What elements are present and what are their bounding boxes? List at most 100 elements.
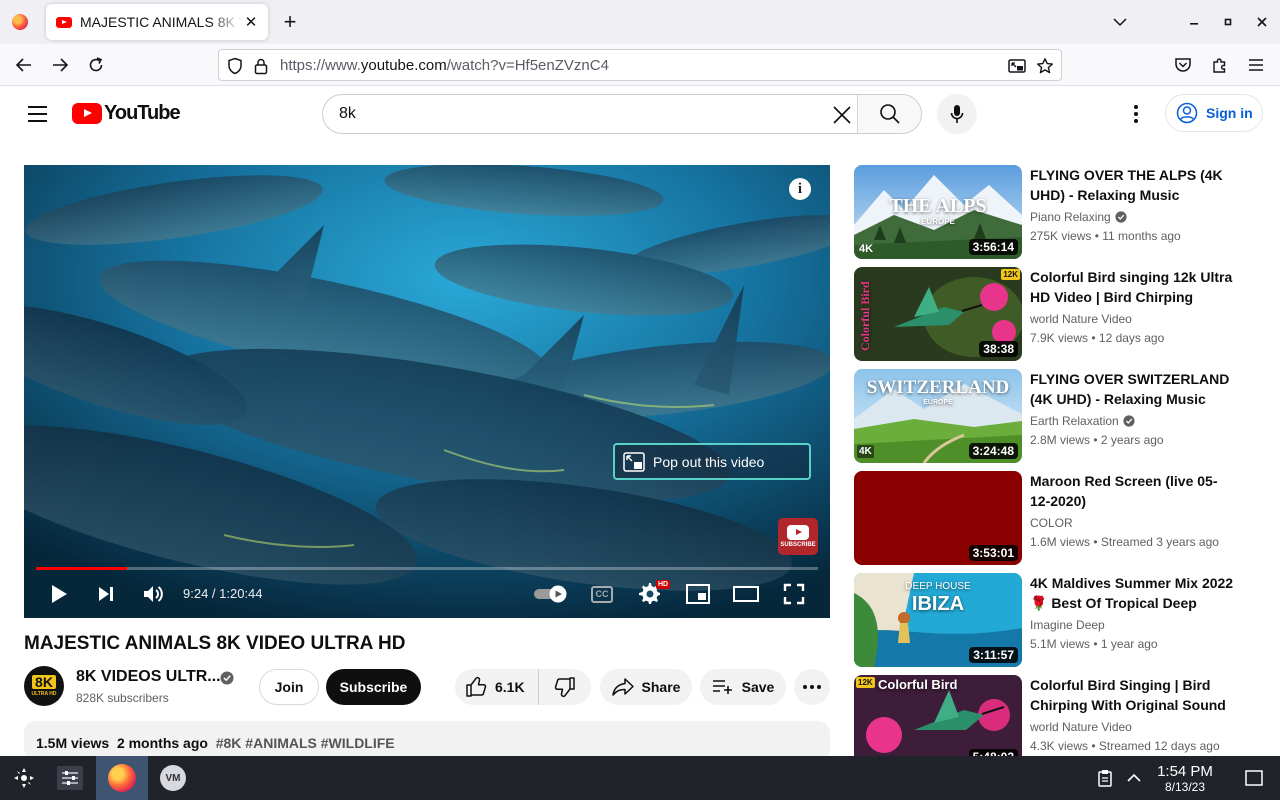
browser-tab-active[interactable]: MAJESTIC ANIMALS 8K VIDEO ULTRA HD ✕	[46, 4, 268, 40]
related-video-item[interactable]: 3:53:01 Maroon Red Screen (live 05-12-20…	[854, 471, 1264, 565]
dislike-button[interactable]	[539, 669, 591, 705]
voice-search-button[interactable]	[937, 94, 977, 134]
theater-mode-button[interactable]	[730, 579, 762, 609]
video-thumbnail[interactable]: DEEP HOUSE IBIZA 3:11:57	[854, 573, 1022, 667]
video-thumbnail[interactable]: Colorful Bird 12K 38:38	[854, 267, 1022, 361]
info-icon[interactable]: i	[789, 178, 811, 200]
video-player[interactable]: i Pop out this video SUBSCRIBE 9:24 / 1:…	[24, 165, 830, 618]
like-button[interactable]: 6.1K	[455, 669, 539, 705]
video-thumbnail[interactable]: 3:53:01	[854, 471, 1022, 565]
fullscreen-button[interactable]	[778, 579, 810, 609]
tracking-protection-shield-icon[interactable]	[225, 56, 245, 76]
join-button[interactable]: Join	[259, 669, 319, 705]
related-video-title[interactable]: FLYING OVER SWITZERLAND (4K UHD) - Relax…	[1030, 369, 1234, 409]
related-video-item[interactable]: Colorful Bird 12K 38:38 Colorful Bird si…	[854, 267, 1264, 361]
next-button[interactable]	[92, 579, 120, 609]
video-title: MAJESTIC ANIMALS 8K VIDEO ULTRA HD	[24, 633, 406, 654]
app-launcher-button[interactable]	[4, 756, 44, 800]
related-video-title[interactable]: 4K Maldives Summer Mix 2022 🌹 Best Of Tr…	[1030, 573, 1234, 613]
minimize-icon	[1190, 23, 1198, 25]
tab-close-icon[interactable]: ✕	[242, 13, 260, 31]
youtube-play-logo-icon	[72, 102, 102, 124]
search-button[interactable]	[857, 95, 921, 133]
channel-avatar[interactable]: 8K ULTRA HD	[24, 666, 64, 706]
video-thumbnail[interactable]: Colorful Bird 12K 5:48:02	[854, 675, 1022, 769]
taskbar-firefox[interactable]	[96, 756, 148, 800]
taskbar-vm-app[interactable]: VM	[150, 756, 196, 800]
related-channel[interactable]: world Nature Video	[1030, 312, 1132, 326]
show-desktop-button[interactable]	[1242, 756, 1266, 800]
youtube-logo[interactable]: YouTube	[72, 102, 181, 124]
pocket-button[interactable]	[1170, 52, 1196, 78]
video-thumbnail[interactable]: SWITZERLAND EUROPE 4K 3:24:48	[854, 369, 1022, 463]
sign-in-button[interactable]: Sign in	[1165, 94, 1263, 132]
system-tray-expand-button[interactable]	[1124, 756, 1144, 800]
subscribe-button[interactable]: Subscribe	[326, 669, 421, 705]
firefox-view-button[interactable]	[8, 10, 32, 34]
reload-button[interactable]	[83, 52, 109, 78]
taskbar-settings-app[interactable]	[48, 756, 92, 800]
save-button[interactable]: Save	[700, 669, 786, 705]
related-video-title[interactable]: Colorful Bird Singing | Bird Chirping Wi…	[1030, 675, 1234, 715]
autoplay-toggle[interactable]	[532, 579, 570, 609]
miniplayer-button[interactable]	[682, 579, 714, 609]
share-label: Share	[641, 679, 681, 695]
related-video-item[interactable]: THE ALPS EUROPE 4K 3:56:14 FLYING OVER T…	[854, 165, 1264, 259]
subtitles-button[interactable]: CC	[588, 579, 616, 609]
app-menu-button[interactable]	[1243, 52, 1269, 78]
related-channel[interactable]: Earth Relaxation	[1030, 414, 1135, 428]
clipboard-tray-button[interactable]	[1094, 756, 1116, 800]
watermark-label: SUBSCRIBE	[780, 542, 816, 548]
list-all-tabs-button[interactable]	[1110, 10, 1130, 34]
more-actions-button[interactable]	[794, 669, 830, 705]
pop-out-video-button[interactable]: Pop out this video	[613, 443, 811, 480]
related-channel[interactable]: Piano Relaxing	[1030, 210, 1127, 224]
bookmark-star-icon[interactable]	[1035, 56, 1055, 76]
channel-name[interactable]: 8K VIDEOS ULTR...	[76, 668, 221, 686]
url-bar[interactable]: https://www.youtube.com/watch?v=Hf5enZVz…	[218, 49, 1062, 81]
hashtags[interactable]: #8K #ANIMALS #WILDLIFE	[216, 735, 395, 751]
mute-button[interactable]	[138, 579, 168, 609]
related-channel[interactable]: Imagine Deep	[1030, 618, 1105, 632]
clear-search-button[interactable]	[829, 102, 855, 128]
url-text[interactable]: https://www.youtube.com/watch?v=Hf5enZVz…	[280, 57, 609, 74]
search-input[interactable]	[323, 95, 858, 133]
clipboard-icon	[1098, 770, 1112, 787]
share-button[interactable]: Share	[600, 669, 692, 705]
related-video-item[interactable]: SWITZERLAND EUROPE 4K 3:24:48 FLYING OVE…	[854, 369, 1264, 463]
extensions-button[interactable]	[1207, 52, 1233, 78]
lock-icon[interactable]	[251, 56, 271, 76]
video-thumbnail[interactable]: THE ALPS EUROPE 4K 3:56:14	[854, 165, 1022, 259]
settings-more-button[interactable]	[1122, 100, 1150, 128]
related-channel[interactable]: world Nature Video	[1030, 720, 1132, 734]
browser-tab-bar: MAJESTIC ANIMALS 8K VIDEO ULTRA HD ✕ +	[0, 0, 1280, 44]
resolution-badge: 12K	[856, 677, 875, 688]
related-video-item[interactable]: DEEP HOUSE IBIZA 3:11:57 4K Maldives Sum…	[854, 573, 1264, 667]
minimize-button[interactable]	[1183, 11, 1205, 33]
play-button[interactable]	[44, 579, 74, 609]
close-window-button[interactable]	[1251, 11, 1273, 33]
related-video-title[interactable]: Maroon Red Screen (live 05-12-2020)	[1030, 471, 1234, 511]
url-host: youtube.com	[360, 57, 447, 74]
taskbar-clock[interactable]: 1:54 PM 8/13/23	[1152, 764, 1218, 795]
guide-menu-button[interactable]	[22, 99, 52, 129]
like-count: 6.1K	[495, 679, 525, 695]
hamburger-icon	[1249, 59, 1263, 71]
related-video-title[interactable]: FLYING OVER THE ALPS (4K UHD) - Relaxing…	[1030, 165, 1234, 205]
description-box[interactable]: 1.5M views 2 months ago #8K #ANIMALS #WI…	[24, 721, 830, 761]
cc-icon: CC	[591, 585, 613, 603]
picture-in-picture-url-icon[interactable]	[1007, 56, 1027, 76]
related-video-title[interactable]: Colorful Bird singing 12k Ultra HD Video…	[1030, 267, 1234, 307]
subscribe-watermark[interactable]: SUBSCRIBE	[778, 518, 818, 555]
maximize-button[interactable]	[1217, 11, 1239, 33]
progress-bar[interactable]	[36, 567, 818, 570]
related-channel[interactable]: COLOR	[1030, 516, 1073, 530]
back-button[interactable]	[11, 52, 37, 78]
resolution-badge: 4K	[857, 445, 874, 458]
pocket-icon	[1175, 58, 1191, 72]
forward-button[interactable]	[47, 52, 73, 78]
related-video-item[interactable]: Colorful Bird 12K 5:48:02 Colorful Bird …	[854, 675, 1264, 769]
new-tab-button[interactable]: +	[278, 9, 302, 34]
thumbs-up-icon	[466, 676, 487, 697]
arrow-right-icon	[53, 58, 69, 72]
